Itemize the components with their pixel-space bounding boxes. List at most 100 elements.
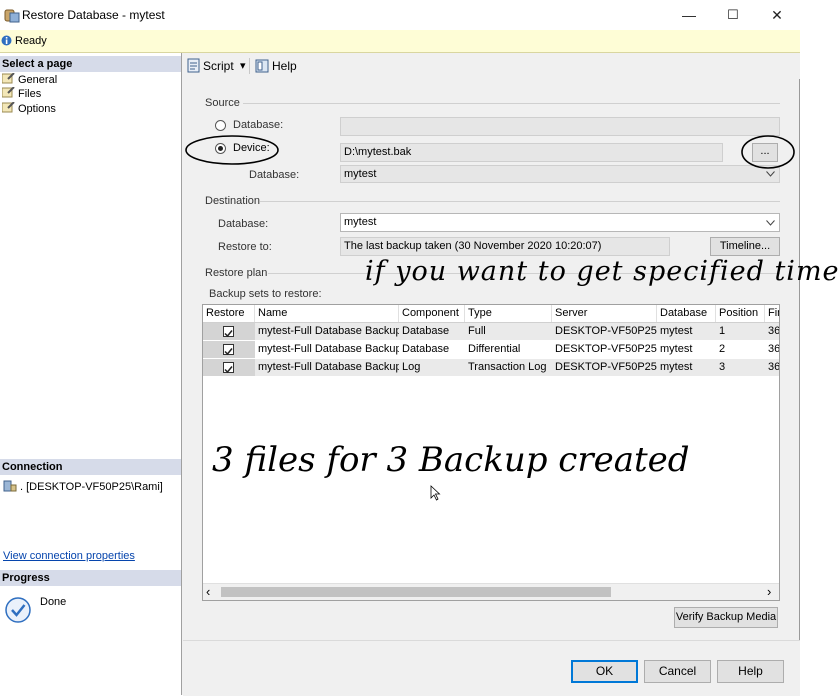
scroll-right-icon[interactable]: ›	[767, 584, 771, 599]
type-cell: Full	[468, 325, 486, 337]
destination-group-label: Destination	[205, 195, 261, 207]
restore-checkbox[interactable]	[223, 326, 234, 338]
component-cell: Log	[402, 361, 421, 373]
col-restore[interactable]: Restore	[203, 305, 255, 322]
col-name[interactable]: Name	[255, 305, 399, 322]
scroll-left-icon[interactable]: ‹	[206, 584, 210, 599]
backup-sets-label: Backup sets to restore:	[209, 288, 322, 300]
col-finish[interactable]: Fin	[765, 305, 779, 322]
script-dropdown-icon[interactable]: ▾	[240, 59, 246, 72]
wrench-page-icon	[2, 73, 15, 84]
name-cell: mytest-Full Database Backup	[258, 361, 399, 373]
restore-cell	[203, 359, 255, 376]
page-files-label: Files	[18, 88, 42, 100]
server-cell: DESKTOP-VF50P25	[555, 343, 657, 355]
page-general[interactable]: General	[2, 73, 57, 87]
script-icon	[187, 58, 200, 73]
source-database-label: Database:	[249, 169, 300, 181]
help-book-icon	[255, 59, 269, 73]
server-connection-icon	[3, 480, 17, 492]
help-button[interactable]: Help	[717, 660, 784, 683]
browse-device-button[interactable]: ...	[752, 143, 778, 162]
restore-cell	[203, 323, 255, 340]
grid-header: Restore Name Component Type Server Datab…	[203, 305, 779, 323]
destination-divider	[260, 201, 780, 202]
check-icon	[224, 366, 233, 374]
destination-database-dropdown[interactable]: mytest	[340, 213, 780, 232]
restore-checkbox[interactable]	[223, 344, 234, 356]
col-component[interactable]: Component	[399, 305, 465, 322]
restore-checkbox[interactable]	[223, 362, 234, 374]
device-radio[interactable]	[215, 143, 226, 154]
close-button[interactable]: ✕	[754, 0, 800, 30]
restore-plan-group-label: Restore plan	[205, 267, 268, 279]
page-options-label: Options	[18, 103, 56, 115]
scrollbar-thumb[interactable]	[221, 587, 611, 597]
script-label: Script	[203, 59, 234, 73]
dialog-footer: OK Cancel Help	[183, 640, 800, 696]
position-cell: 1	[719, 325, 726, 337]
component-cell: Database	[402, 325, 450, 337]
toolbar-divider	[249, 58, 250, 74]
database-radio-label: Database:	[233, 119, 284, 131]
finish-cell: 36	[768, 325, 780, 337]
wrench-page-icon	[2, 102, 15, 113]
maximize-button[interactable]: ☐	[710, 0, 756, 30]
help-toolbar-label: Help	[272, 59, 297, 73]
col-database[interactable]: Database	[657, 305, 716, 322]
server-cell: DESKTOP-VF50P25	[555, 361, 657, 373]
info-icon	[1, 35, 12, 46]
view-connection-properties-link[interactable]: View connection properties	[3, 550, 135, 562]
page-files[interactable]: Files	[2, 87, 41, 101]
type-cell: Transaction Log	[468, 361, 547, 373]
col-position[interactable]: Position	[716, 305, 765, 322]
finish-cell: 36	[768, 343, 780, 355]
restore-to-field[interactable]: The last backup taken (30 November 2020 …	[340, 237, 670, 256]
destination-database-label: Database:	[218, 218, 269, 230]
database-cell: mytest	[660, 325, 693, 337]
table-row[interactable]: mytest-Full Database Backup Database Ful…	[203, 323, 780, 340]
col-type[interactable]: Type	[465, 305, 552, 322]
cancel-button[interactable]: Cancel	[644, 660, 711, 683]
table-row[interactable]: mytest-Full Database Backup Log Transact…	[203, 359, 780, 376]
check-icon	[224, 348, 233, 356]
source-group-label: Source	[205, 97, 240, 109]
left-pane: Select a page General Files Options Conn…	[0, 53, 182, 695]
chevron-down-icon	[766, 220, 775, 226]
done-check-icon	[5, 597, 31, 623]
col-server[interactable]: Server	[552, 305, 657, 322]
table-row[interactable]: mytest-Full Database Backup Database Dif…	[203, 341, 780, 358]
name-cell: mytest-Full Database Backup	[258, 325, 399, 337]
check-icon	[224, 330, 233, 338]
component-cell: Database	[402, 343, 450, 355]
database-radio[interactable]	[215, 120, 226, 131]
database-cell: mytest	[660, 361, 693, 373]
device-path-field[interactable]: D:\mytest.bak	[340, 143, 723, 162]
device-radio-label: Device:	[233, 142, 270, 154]
page-options[interactable]: Options	[2, 102, 56, 116]
help-toolbar-button[interactable]: Help	[255, 58, 305, 74]
restore-database-dialog: Restore Database - mytest — ☐ ✕ Ready Se…	[0, 0, 800, 696]
minimize-button[interactable]: —	[666, 0, 712, 30]
restore-database-icon	[4, 9, 20, 23]
name-cell: mytest-Full Database Backup	[258, 343, 399, 355]
status-text: Ready	[15, 35, 47, 47]
progress-value: Done	[40, 596, 67, 608]
verify-backup-media-button[interactable]: Verify Backup Media	[674, 607, 778, 628]
progress-header: Progress	[0, 570, 181, 586]
horizontal-scrollbar[interactable]: ‹ ›	[203, 583, 779, 600]
connection-header: Connection	[0, 459, 181, 475]
wrench-page-icon	[2, 87, 15, 98]
window-title: Restore Database - mytest	[22, 8, 165, 22]
status-bar: Ready	[0, 30, 800, 53]
select-page-header: Select a page	[0, 56, 181, 72]
ok-button[interactable]: OK	[571, 660, 638, 683]
database-cell: mytest	[660, 343, 693, 355]
source-database-dropdown[interactable]: mytest	[340, 165, 780, 183]
timeline-button[interactable]: Timeline...	[710, 237, 780, 256]
type-cell: Differential	[468, 343, 521, 355]
position-cell: 3	[719, 361, 726, 373]
title-bar: Restore Database - mytest — ☐ ✕	[0, 0, 800, 30]
finish-cell: 36	[768, 361, 780, 373]
chevron-down-icon	[766, 171, 775, 177]
